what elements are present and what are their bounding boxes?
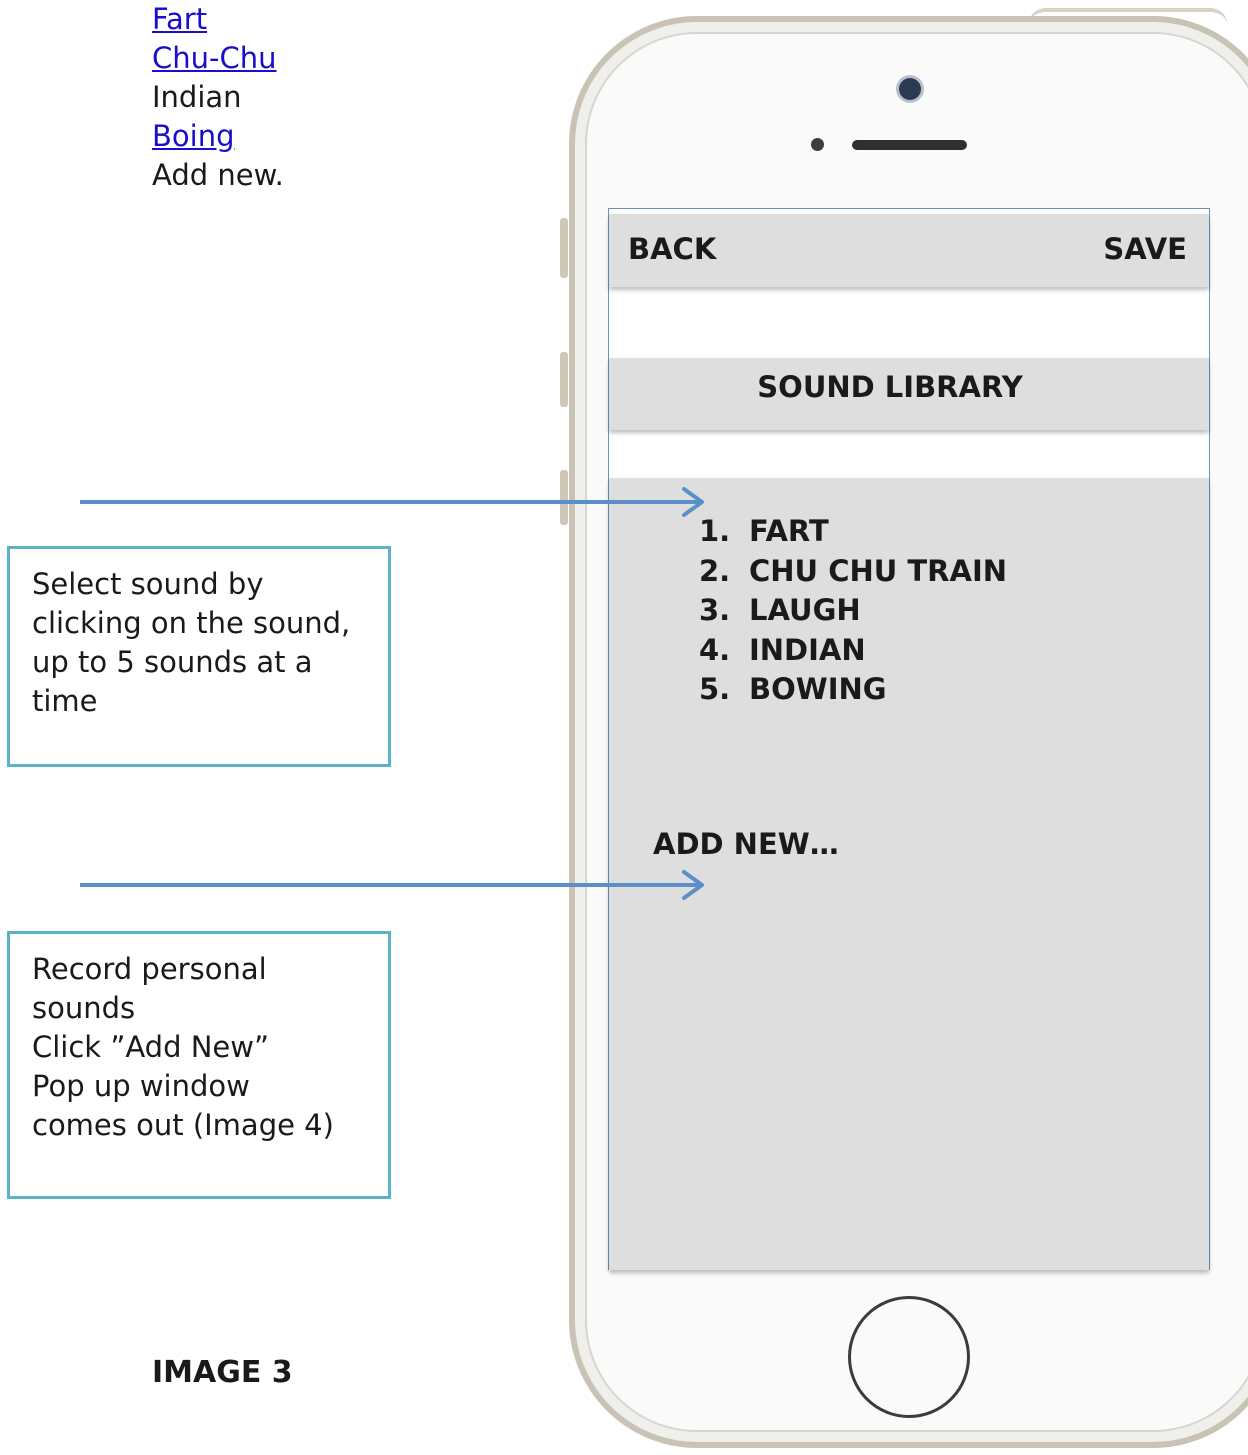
note-line: Click ”Add New” <box>32 1030 269 1064</box>
sound-library-panel: 1. FART 2. CHU CHU TRAIN 3. LAUGH 4. INDIAN … <box>609 478 1209 1270</box>
sound-link-boing[interactable]: Boing <box>152 117 492 156</box>
sound-label: FART <box>749 514 829 548</box>
back-button[interactable]: BACK <box>628 232 716 266</box>
home-button[interactable] <box>848 1296 970 1418</box>
sound-label-add-new: Add new. <box>152 158 284 192</box>
sound-link-list: Fart Chu-Chu Indian Boing Add new. <box>152 0 492 195</box>
note-line: clicking on the sound, <box>32 606 351 640</box>
note-line: sounds <box>32 991 136 1025</box>
add-new-button[interactable]: ADD NEW… <box>653 827 839 861</box>
sound-number: 3. <box>699 593 731 627</box>
title-bar: SOUND LIBRARY <box>609 358 1209 430</box>
sound-number: 5. <box>699 672 731 706</box>
select-sound-note: Select sound by clicking on the sound, u… <box>7 546 391 767</box>
note-line: up to 5 sounds at a <box>32 645 313 679</box>
sound-link-chu-chu[interactable]: Chu-Chu <box>152 39 492 78</box>
note-line: comes out (Image 4) <box>32 1108 334 1142</box>
sound-number: 4. <box>699 632 731 667</box>
sound-label: CHU CHU TRAIN <box>749 553 1008 588</box>
sound-label: INDIAN <box>749 632 866 667</box>
sound-label: BOWING <box>749 672 887 706</box>
sound-item-fart[interactable]: 1. FART <box>699 512 1007 552</box>
record-sound-note: Record personal sounds Click ”Add New” P… <box>7 931 391 1199</box>
note-line: Select sound by <box>32 567 264 601</box>
sensor-icon <box>811 138 824 151</box>
phone-side-button <box>560 352 568 407</box>
phone-side-button <box>560 470 568 525</box>
note-line: Record personal <box>32 952 267 986</box>
sound-item-laugh[interactable]: 3. LAUGH <box>699 591 1007 631</box>
page-title: SOUND LIBRARY <box>757 370 1023 404</box>
save-button[interactable]: SAVE <box>1103 232 1187 266</box>
note-line: Pop up window <box>32 1069 250 1103</box>
front-camera-icon <box>899 78 921 100</box>
top-nav-bar: BACK SAVE <box>609 214 1209 287</box>
sound-item-bowing[interactable]: 5. BOWING <box>699 670 1007 710</box>
sound-list: 1. FART 2. CHU CHU TRAIN 3. LAUGH 4. INDIAN … <box>699 512 1007 710</box>
sound-link-fart[interactable]: Fart <box>152 0 492 39</box>
phone-side-button <box>560 218 568 278</box>
speaker-icon <box>852 140 967 150</box>
sound-number: 2. <box>699 553 731 588</box>
sound-number: 1. <box>699 514 731 548</box>
phone-screen: BACK SAVE SOUND LIBRARY 1. FART 2. CHU CHU… <box>608 208 1210 1270</box>
image-label: IMAGE 3 <box>152 1355 293 1390</box>
sound-label-indian: Indian <box>152 80 242 114</box>
sound-item-chu-chu-train[interactable]: 2. CHU CHU TRAIN <box>699 552 1007 592</box>
sound-item-indian[interactable]: 4. INDIAN <box>699 631 1007 671</box>
note-line: time <box>32 684 98 718</box>
sound-label: LAUGH <box>749 593 861 627</box>
